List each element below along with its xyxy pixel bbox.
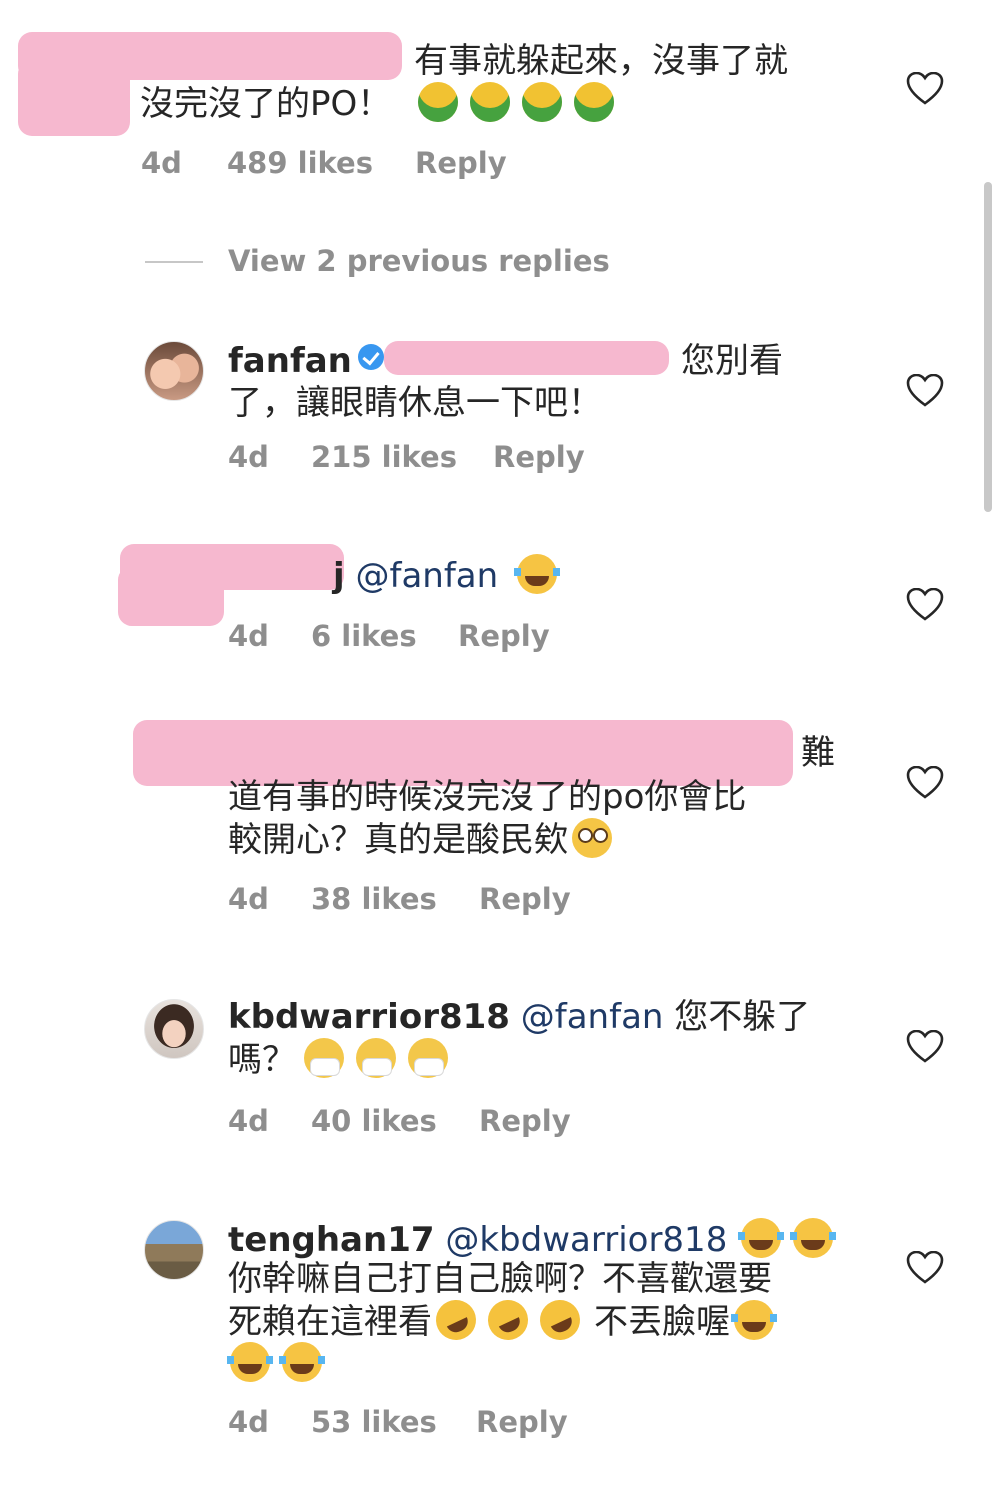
nauseated-face-icon: [522, 82, 563, 122]
comment-text-line: 有事就躲起來，沒事了就: [414, 41, 788, 81]
avatar[interactable]: [144, 341, 204, 401]
reply-text-line: j @fanfan: [333, 554, 569, 597]
reply-text-line: fanfan: [228, 340, 388, 382]
mask-face-icon: [356, 1038, 396, 1078]
redacted-avatar: [118, 566, 224, 626]
likes-count[interactable]: 40 likes: [311, 1104, 437, 1138]
mention-link[interactable]: @kbdwarrior818: [445, 1220, 727, 1260]
reply-text: 較開心？真的是酸民欸: [228, 820, 568, 860]
reply-meta: 4d 6 likes Reply: [228, 619, 728, 659]
rofl-icon: [533, 1293, 587, 1347]
reply-text: 了，讓眼睛休息一下吧！: [228, 383, 602, 423]
likes-count[interactable]: 215 likes: [311, 440, 457, 474]
reply-meta: 4d 40 likes Reply: [228, 1104, 728, 1144]
reply-meta: 4d 38 likes Reply: [228, 882, 728, 922]
mention-link[interactable]: @fanfan: [521, 997, 664, 1037]
timestamp: 4d: [228, 440, 269, 474]
comment-meta: 4d 489 likes Reply: [141, 146, 641, 186]
verified-badge-icon: [357, 344, 384, 370]
reply-text-line: tenghan17 @kbdwarrior818: [228, 1218, 845, 1261]
comment-text: 沒完沒了的PO！: [140, 84, 392, 124]
heart-icon[interactable]: [906, 374, 944, 408]
reply-text: 您不躲了: [674, 997, 811, 1037]
laughing-tears-icon: [738, 1218, 785, 1258]
heart-icon[interactable]: [906, 766, 944, 800]
likes-count[interactable]: 53 likes: [311, 1405, 437, 1439]
eye-roll-icon: [572, 818, 612, 858]
reply-text-line: 較開心？真的是酸民欸: [228, 818, 624, 861]
username[interactable]: fanfan: [228, 341, 352, 381]
laughing-tears-icon: [514, 554, 560, 594]
rofl-icon: [429, 1293, 483, 1347]
heart-icon[interactable]: [906, 588, 944, 622]
mention-link[interactable]: @fanfan: [355, 556, 498, 596]
reply-button[interactable]: Reply: [415, 146, 507, 180]
heart-icon[interactable]: [906, 1251, 944, 1285]
scrollbar[interactable]: [984, 182, 992, 512]
reply-meta: 4d 215 likes Reply: [228, 440, 728, 480]
likes-count[interactable]: 6 likes: [311, 619, 417, 653]
timestamp: 4d: [228, 882, 269, 916]
timestamp: 4d: [141, 146, 182, 180]
likes-count[interactable]: 489 likes: [227, 146, 373, 180]
timestamp: 4d: [228, 1104, 269, 1138]
nauseated-face-icon: [418, 82, 459, 122]
reply-text: 嗎？: [228, 1040, 296, 1080]
reply-button[interactable]: Reply: [458, 619, 550, 653]
timestamp: 4d: [228, 1405, 269, 1439]
avatar[interactable]: [144, 999, 204, 1059]
nauseated-face-icon: [470, 82, 511, 122]
reply-text-line: 嗎？: [228, 1038, 460, 1081]
reply-text: 難: [801, 733, 835, 773]
timestamp: 4d: [228, 619, 269, 653]
reply-button[interactable]: Reply: [479, 882, 571, 916]
reply-button[interactable]: Reply: [493, 440, 585, 474]
reply-button[interactable]: Reply: [476, 1405, 568, 1439]
reply-text-line: 死賴在這裡看 不丟臉喔: [228, 1293, 786, 1347]
heart-icon[interactable]: [906, 1030, 944, 1064]
laughing-tears-icon: [731, 1300, 777, 1340]
reply-text-line: kbdwarrior818 @fanfan 您不躲了: [228, 996, 810, 1038]
reply-text: 不丟臉喔: [594, 1302, 730, 1342]
avatar[interactable]: [144, 1220, 204, 1280]
view-previous-replies-button[interactable]: View 2 previous replies: [228, 244, 610, 278]
likes-count[interactable]: 38 likes: [311, 882, 437, 916]
replies-divider: [145, 261, 203, 263]
reply-text: 道有事的時候沒完沒了的po你會比: [228, 777, 747, 817]
rofl-icon: [481, 1293, 535, 1347]
nauseated-face-icon: [574, 82, 615, 122]
comment-text-line: 沒完沒了的PO！: [140, 82, 626, 125]
heart-icon[interactable]: [906, 72, 944, 106]
mask-face-icon: [408, 1038, 448, 1078]
reply-text: 您別看: [681, 341, 783, 381]
username[interactable]: tenghan17: [228, 1220, 435, 1260]
laughing-tears-icon: [279, 1342, 325, 1382]
redacted-avatar: [18, 60, 130, 136]
reply-text-line: [227, 1342, 334, 1385]
reply-text: 你幹嘛自己打自己臉啊？不喜歡還要: [228, 1259, 772, 1299]
laughing-tears-icon: [227, 1342, 273, 1382]
username-fragment[interactable]: j: [333, 556, 345, 596]
redacted-mention: [384, 341, 669, 375]
reply-button[interactable]: Reply: [479, 1104, 571, 1138]
username[interactable]: kbdwarrior818: [228, 997, 510, 1037]
mask-face-icon: [304, 1038, 344, 1078]
laughing-tears-icon: [790, 1218, 837, 1258]
reply-text: 死賴在這裡看: [228, 1302, 432, 1342]
reply-meta: 4d 53 likes Reply: [228, 1405, 728, 1445]
